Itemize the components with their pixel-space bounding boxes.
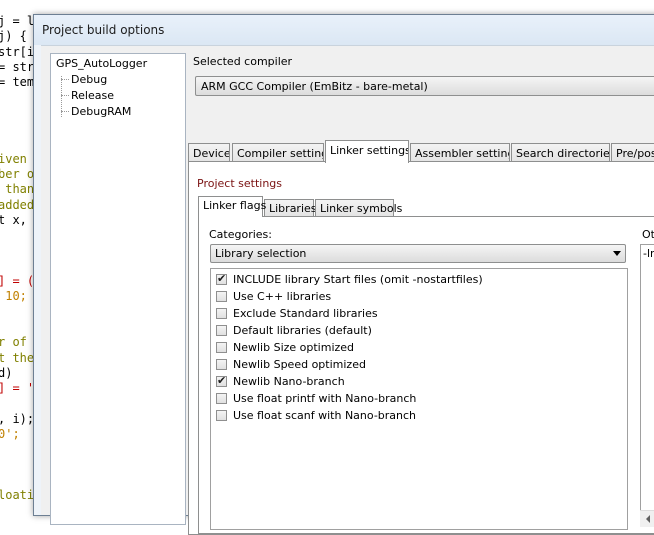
option-checkbox[interactable] xyxy=(216,342,227,353)
option-label: INCLUDE library Start files (omit -nosta… xyxy=(233,273,483,286)
tree-connector xyxy=(61,95,69,96)
subtab-linker-flags[interactable]: Linker flags xyxy=(198,196,266,217)
other-options-value: -lm xyxy=(643,247,654,260)
other-options-label: Oth xyxy=(642,228,654,241)
linker-options-list[interactable]: INCLUDE library Start files (omit -nosta… xyxy=(210,268,628,530)
code-line: j) { xyxy=(0,29,27,44)
tab-compiler-settings[interactable]: Compiler settings xyxy=(232,143,324,163)
option-checkbox[interactable] xyxy=(216,374,227,387)
linker-flags-page: Categories: Library selection INCLUDE li… xyxy=(198,216,654,534)
code-line: ] = ' xyxy=(0,381,35,396)
code-line: ber o xyxy=(0,167,35,181)
tab-assembler-settings[interactable]: Assembler settings xyxy=(410,143,510,163)
dialog-title: Project build options xyxy=(42,23,165,37)
code-line: r of xyxy=(0,335,27,350)
option-label: Exclude Standard libraries xyxy=(233,307,378,320)
compiler-select-value: ARM GCC Compiler (EmBitz - bare-metal) xyxy=(201,80,428,93)
code-line: 0'; xyxy=(0,427,20,442)
option-label: Newlib Speed optimized xyxy=(233,358,366,371)
tree-item-debug[interactable]: Debug xyxy=(69,73,109,86)
scroll-left-icon[interactable] xyxy=(646,515,650,523)
option-label: Use float scanf with Nano-branch xyxy=(233,409,417,422)
selected-compiler-label: Selected compiler xyxy=(193,55,293,68)
subtab-linker-symbols[interactable]: Linker symbols xyxy=(315,199,402,217)
code-line: j = l xyxy=(0,14,35,28)
compiler-select[interactable]: ARM GCC Compiler (EmBitz - bare-metal) xyxy=(195,76,654,96)
tree-item-debugram[interactable]: DebugRAM xyxy=(69,105,133,118)
option-label: Use C++ libraries xyxy=(233,290,332,303)
build-targets-tree[interactable]: GPS_AutoLogger Debug Release DebugRAM xyxy=(50,53,186,525)
code-line: iven xyxy=(0,151,27,166)
code-line: str[i xyxy=(0,44,35,59)
code-line: added xyxy=(0,197,35,212)
tab-linker-settings[interactable]: Linker settings xyxy=(325,140,409,163)
dialog-titlebar[interactable]: Project build options xyxy=(34,15,654,45)
categories-select-value: Library selection xyxy=(215,247,307,260)
project-settings-label: Project settings xyxy=(197,177,282,190)
code-line: = str xyxy=(0,59,35,74)
code-line: = tem xyxy=(0,75,35,90)
code-line: ] = ( xyxy=(0,274,35,289)
option-label: Newlib Size optimized xyxy=(233,341,355,354)
other-options-textarea[interactable]: -lm xyxy=(640,244,654,512)
project-build-options-dialog: Project build options GPS_AutoLogger Deb… xyxy=(33,14,654,535)
option-checkbox[interactable] xyxy=(216,272,227,285)
code-line: than xyxy=(0,182,35,197)
code-line: loati xyxy=(0,488,35,503)
tree-connector xyxy=(61,79,69,80)
option-checkbox[interactable] xyxy=(216,393,227,404)
tab-device[interactable]: Device xyxy=(188,143,230,163)
tree-connector xyxy=(61,111,69,112)
option-label: Use float printf with Nano-branch xyxy=(233,392,417,405)
tree-item-project[interactable]: GPS_AutoLogger xyxy=(54,57,149,70)
other-options-scrollbar[interactable] xyxy=(640,510,654,527)
code-line: 10; xyxy=(0,289,27,304)
code-line: d) xyxy=(0,365,13,380)
option-checkbox[interactable] xyxy=(216,359,227,370)
linker-settings-page: Project settings Linker flags Libraries … xyxy=(188,161,654,535)
tab-search-directories[interactable]: Search directories xyxy=(511,143,610,163)
tree-item-release[interactable]: Release xyxy=(69,89,116,102)
tab-pre-post[interactable]: Pre/post xyxy=(611,143,654,163)
option-label: Newlib Nano-branch xyxy=(233,375,345,388)
option-label: Default libraries (default) xyxy=(233,324,372,337)
option-checkbox[interactable] xyxy=(216,410,227,421)
code-line: t the xyxy=(0,350,35,365)
code-line: , i); xyxy=(0,411,35,426)
option-checkbox[interactable] xyxy=(216,325,227,336)
chevron-down-icon xyxy=(613,251,621,256)
option-checkbox[interactable] xyxy=(216,308,227,319)
option-checkbox[interactable] xyxy=(216,291,227,302)
subtab-libraries[interactable]: Libraries xyxy=(264,199,317,217)
code-line: t x, xyxy=(0,212,27,227)
categories-select[interactable]: Library selection xyxy=(210,244,626,263)
dialog-client-area: GPS_AutoLogger Debug Release DebugRAM Se… xyxy=(41,45,654,535)
categories-label: Categories: xyxy=(209,228,272,241)
